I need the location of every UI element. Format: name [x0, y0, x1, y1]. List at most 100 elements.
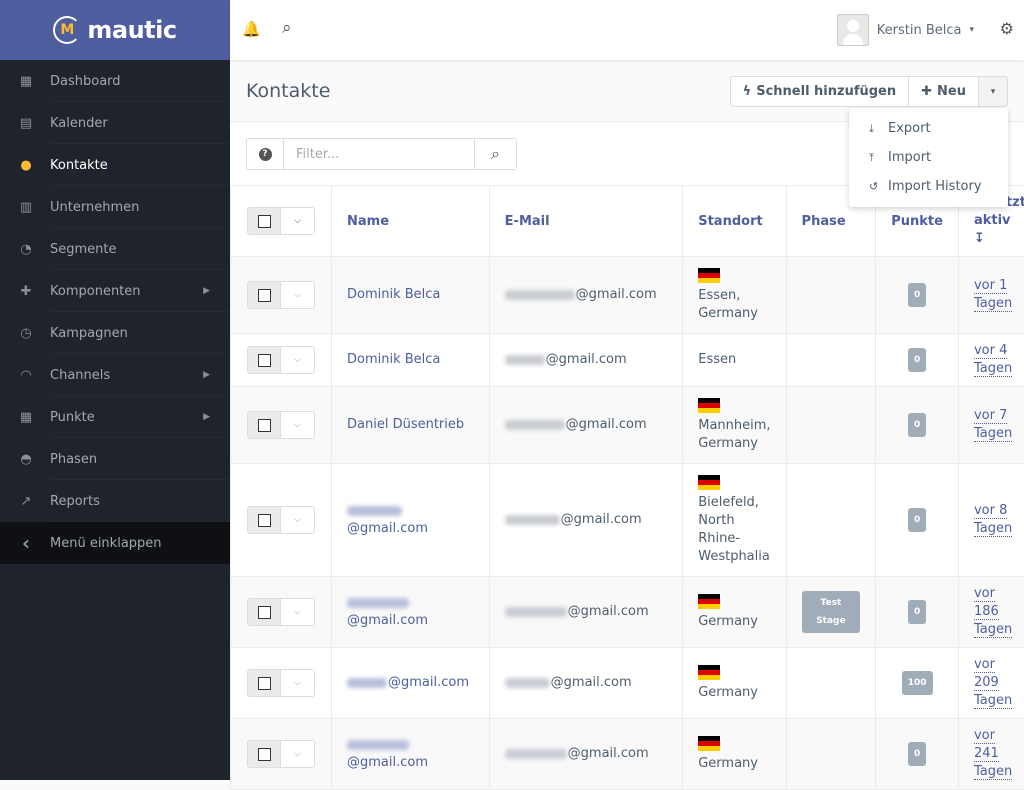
collapse-menu-button[interactable]: ‹Menü einklappen [0, 522, 230, 564]
germany-flag-icon [698, 594, 720, 609]
sidebar-item-stages[interactable]: ◓Phasen [0, 438, 230, 480]
germany-flag-icon [698, 475, 720, 490]
top-bar: 🔔 ⌕ Kerstin Belca ▾ ⚙ [230, 0, 1024, 60]
more-actions-toggle[interactable]: ▾ [979, 76, 1008, 107]
chevron-down-icon[interactable]: ⌵ [281, 599, 314, 625]
row-select-cell: ⌵ [231, 719, 332, 790]
column-header-location[interactable]: Standort [683, 186, 786, 257]
table-row: ⌵ @gmail.com @gmail.com Germany 0 vor 24… [231, 719, 1024, 790]
channels-icon: ◠ [0, 368, 50, 383]
contact-name-link[interactable]: Dominik Belca [347, 287, 440, 302]
bell-icon[interactable]: 🔔 [242, 20, 261, 38]
contact-email: @gmail.com [568, 604, 649, 619]
contact-email: @gmail.com [561, 512, 642, 527]
sidebar-item-dashboard[interactable]: ▦Dashboard [0, 60, 230, 102]
chevron-down-icon[interactable]: ⌵ [281, 507, 314, 533]
row-checkbox-group[interactable]: ⌵ [247, 281, 315, 309]
chevron-down-icon[interactable]: ⌵ [281, 741, 314, 767]
select-all-checkbox[interactable] [248, 208, 281, 234]
chevron-left-icon: ‹ [0, 531, 50, 555]
row-checkbox[interactable] [248, 670, 281, 696]
sidebar-nav: ▦Dashboard▤Kalender●Kontakte▥Unternehmen… [0, 60, 230, 564]
contact-name-link[interactable]: Dominik Belca [347, 352, 440, 367]
contact-name: @gmail.com [347, 755, 428, 770]
gear-icon[interactable]: ⚙ [1000, 19, 1014, 38]
dropdown-item-import[interactable]: ⤒Import [849, 143, 1008, 172]
help-icon[interactable]: ? [246, 138, 284, 170]
row-checkbox-group[interactable]: ⌵ [247, 346, 315, 374]
row-checkbox-group[interactable]: ⌵ [247, 506, 315, 534]
sidebar-item-companies[interactable]: ▥Unternehmen [0, 186, 230, 228]
collapse-menu-label: Menü einklappen [50, 536, 162, 551]
sidebar-item-contacts[interactable]: ●Kontakte [0, 144, 230, 186]
filter-bar: ? ⌕ [246, 138, 517, 170]
new-button[interactable]: ✚ Neu [909, 76, 979, 107]
sidebar-item-components[interactable]: ✚Komponenten▶ [0, 270, 230, 312]
last-active-cell: vor 8 Tagen [958, 464, 1024, 577]
row-checkbox-group[interactable]: ⌵ [247, 411, 315, 439]
sidebar-item-label: Kampagnen [50, 326, 128, 341]
chevron-down-icon[interactable]: ⌵ [281, 670, 314, 696]
dropdown-item-label: Import [888, 150, 931, 165]
sidebar-item-channels[interactable]: ◠Channels▶ [0, 354, 230, 396]
last-active-value[interactable]: vor 8 Tagen [974, 502, 1014, 538]
row-checkbox-group[interactable]: ⌵ [247, 669, 315, 697]
last-active-value[interactable]: vor 241 Tagen [974, 727, 1014, 781]
sidebar-item-reports[interactable]: ↗Reports [0, 480, 230, 522]
search-icon[interactable]: ⌕ [475, 138, 517, 170]
last-active-value[interactable]: vor 1 Tagen [974, 277, 1014, 313]
sidebar-item-points[interactable]: ▦Punkte▶ [0, 396, 230, 438]
table-row: ⌵ @gmail.com @gmail.com Germany 100 vor … [231, 648, 1024, 719]
dropdown-item-import-history[interactable]: ↺Import History [849, 172, 1008, 201]
contact-name-cell: Daniel Düsentrieb [332, 387, 490, 464]
contact-name-link[interactable]: Daniel Düsentrieb [347, 417, 464, 432]
brand-name: mautic [87, 16, 176, 44]
user-menu[interactable]: Kerstin Belca ▾ [837, 14, 974, 46]
chevron-down-icon[interactable]: ⌵ [281, 282, 314, 308]
location-cell: Essen, Germany [683, 257, 786, 334]
last-active-value[interactable]: vor 7 Tagen [974, 407, 1014, 443]
chevron-down-icon[interactable]: ⌵ [281, 347, 314, 373]
quick-add-button[interactable]: ϟ Schnell hinzufügen [730, 76, 910, 107]
points-badge: 0 [908, 742, 926, 766]
brand-logo[interactable]: M mautic [0, 0, 230, 60]
select-all-checkbox-group[interactable]: ⌵ [247, 207, 315, 235]
row-checkbox[interactable] [248, 741, 281, 767]
user-name: Kerstin Belca [877, 23, 962, 38]
search-icon[interactable]: ⌕ [282, 18, 292, 38]
chevron-down-icon[interactable]: ⌵ [281, 208, 314, 234]
points-badge: 0 [908, 348, 926, 372]
chevron-down-icon[interactable]: ⌵ [281, 412, 314, 438]
column-header-email[interactable]: E-Mail [489, 186, 683, 257]
row-checkbox[interactable] [248, 507, 281, 533]
row-checkbox-group[interactable]: ⌵ [247, 598, 315, 626]
sidebar-item-calendar[interactable]: ▤Kalender [0, 102, 230, 144]
row-checkbox[interactable] [248, 282, 281, 308]
row-checkbox[interactable] [248, 412, 281, 438]
last-active-value[interactable]: vor 209 Tagen [974, 656, 1014, 710]
sidebar-item-campaigns[interactable]: ◷Kampagnen [0, 312, 230, 354]
export-icon: ⤓ [869, 122, 882, 136]
table-row: ⌵ @gmail.com @gmail.com Germany Test Sta… [231, 577, 1024, 648]
row-checkbox-group[interactable]: ⌵ [247, 740, 315, 768]
dropdown-item-export[interactable]: ⤓Export [849, 114, 1008, 143]
row-checkbox[interactable] [248, 347, 281, 373]
phase-cell [786, 719, 876, 790]
contact-name-cell: @gmail.com [332, 648, 490, 719]
phase-cell: Test Stage [786, 577, 876, 648]
contact-name-link[interactable]: @gmail.com [347, 503, 428, 536]
contact-email: @gmail.com [568, 746, 649, 761]
redacted-text [505, 749, 567, 759]
last-active-cell: vor 4 Tagen [958, 334, 1024, 387]
dropdown-item-label: Import History [888, 179, 982, 194]
contact-name-link[interactable]: @gmail.com [347, 737, 428, 770]
row-checkbox[interactable] [248, 599, 281, 625]
contact-name-link[interactable]: @gmail.com [347, 595, 428, 628]
filter-input[interactable] [284, 138, 475, 170]
last-active-value[interactable]: vor 186 Tagen [974, 585, 1014, 639]
last-active-value[interactable]: vor 4 Tagen [974, 342, 1014, 378]
sidebar-item-label: Segmente [50, 242, 117, 257]
column-header-name[interactable]: Name [332, 186, 490, 257]
contact-name-link[interactable]: @gmail.com [347, 675, 469, 690]
sidebar-item-segments[interactable]: ◔Segmente [0, 228, 230, 270]
